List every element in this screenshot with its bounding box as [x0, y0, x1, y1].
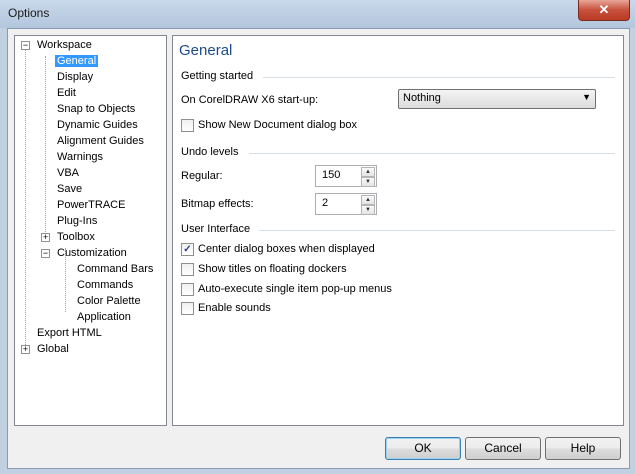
section-divider [249, 153, 615, 154]
tree-item-label: PowerTRACE [57, 199, 126, 211]
tree-item-label: Global [37, 343, 69, 355]
auto-execute-popup-label: Auto-execute single item pop-up menus [198, 283, 392, 295]
enable-sounds-label: Enable sounds [198, 302, 271, 314]
section-user-interface: User Interface [181, 223, 251, 235]
expand-icon[interactable]: + [21, 345, 30, 354]
tree-item-label: General [55, 55, 99, 67]
regular-undo-stepper[interactable]: 150 ▲ ▼ [315, 165, 377, 187]
bitmap-undo-label: Bitmap effects: [181, 198, 254, 210]
collapse-icon[interactable]: − [21, 41, 30, 50]
tree-item-snap-to-objects[interactable]: Snap to Objects [55, 102, 137, 117]
spin-down-icon[interactable]: ▼ [361, 177, 375, 187]
tree-item-alignment-guides[interactable]: Alignment Guides [55, 134, 146, 149]
ok-button[interactable]: OK [385, 437, 461, 460]
tree-item-label: Snap to Objects [57, 103, 136, 115]
tree-item-application[interactable]: Application [75, 310, 133, 325]
tree-item-label: Edit [57, 87, 76, 99]
cancel-button[interactable]: Cancel [465, 437, 541, 460]
show-new-document-label: Show New Document dialog box [198, 119, 357, 131]
tree-item-plug-ins[interactable]: Plug-Ins [55, 214, 99, 229]
close-icon: ✕ [598, 2, 610, 17]
tree-item-label: Plug-Ins [57, 215, 98, 227]
section-divider [259, 230, 615, 231]
tree-item-label: Export HTML [37, 327, 102, 339]
window-title: Options [8, 6, 50, 20]
tree-item-label: Toolbox [57, 231, 95, 243]
tree-item-label: Commands [77, 279, 134, 291]
chevron-down-icon: ▼ [582, 92, 591, 102]
tree-item-save[interactable]: Save [55, 182, 84, 197]
tree-item-label: Alignment Guides [57, 135, 144, 147]
tree-item-color-palette[interactable]: Color Palette [75, 294, 143, 309]
tree-item-label: Warnings [57, 151, 104, 163]
stepper-buttons: ▲ ▼ [361, 167, 375, 187]
tree-item-general[interactable]: General [55, 54, 99, 69]
close-button[interactable]: ✕ [578, 0, 630, 21]
regular-undo-label: Regular: [181, 170, 223, 182]
tree-item-label: Dynamic Guides [57, 119, 138, 131]
tree-item-label: VBA [57, 167, 80, 179]
tree-item-label: Color Palette [77, 295, 141, 307]
bitmap-undo-value: 2 [322, 197, 329, 209]
tree-connector [25, 47, 26, 351]
bitmap-undo-stepper[interactable]: 2 ▲ ▼ [315, 193, 377, 215]
center-dialogs-label: Center dialog boxes when displayed [198, 243, 375, 255]
expand-icon[interactable]: + [41, 233, 50, 242]
tree-item-label: Workspace [37, 39, 92, 51]
tree-item-command-bars[interactable]: Command Bars [75, 262, 155, 277]
stepper-buttons: ▲ ▼ [361, 195, 375, 215]
section-undo-levels: Undo levels [181, 146, 239, 158]
startup-dropdown[interactable]: Nothing ▼ [398, 89, 596, 109]
category-tree: − Workspace General Display Edit Snap to… [14, 35, 167, 426]
enable-sounds-checkbox[interactable] [181, 302, 194, 315]
regular-undo-value: 150 [322, 169, 341, 181]
center-dialogs-checkbox[interactable]: ✓ [181, 243, 194, 256]
show-docker-titles-checkbox[interactable] [181, 263, 194, 276]
tree-item-display[interactable]: Display [55, 70, 95, 85]
spin-up-icon[interactable]: ▲ [361, 167, 375, 177]
tree-item-label: Command Bars [77, 263, 154, 275]
startup-value: Nothing [403, 92, 441, 104]
tree-item-warnings[interactable]: Warnings [55, 150, 105, 165]
tree-item-label: Display [57, 71, 94, 83]
tree-item-dynamic-guides[interactable]: Dynamic Guides [55, 118, 140, 133]
tree-item-label: Customization [57, 247, 127, 259]
auto-execute-popup-checkbox[interactable] [181, 283, 194, 296]
help-button[interactable]: Help [545, 437, 621, 460]
show-new-document-checkbox[interactable] [181, 119, 194, 132]
dialog-body: − Workspace General Display Edit Snap to… [7, 28, 630, 469]
tree-item-export-html[interactable]: Export HTML [35, 326, 104, 341]
tree-item-label: Save [57, 183, 83, 195]
tree-item-commands[interactable]: Commands [75, 278, 135, 293]
tree-item-vba[interactable]: VBA [55, 166, 81, 181]
collapse-icon[interactable]: − [41, 249, 50, 258]
section-getting-started: Getting started [181, 70, 254, 82]
spin-up-icon[interactable]: ▲ [361, 195, 375, 205]
tree-connector [45, 56, 46, 240]
settings-panel: General Getting started On CorelDRAW X6 … [172, 35, 624, 426]
show-docker-titles-label: Show titles on floating dockers [198, 263, 347, 275]
page-title: General [179, 42, 233, 59]
title-bar: Options ✕ [0, 0, 635, 28]
section-divider [263, 77, 615, 78]
tree-item-edit[interactable]: Edit [55, 86, 78, 101]
tree-item-powertrace[interactable]: PowerTRACE [55, 198, 127, 213]
spin-down-icon[interactable]: ▼ [361, 205, 375, 215]
tree-item-label: Application [77, 311, 131, 323]
startup-label: On CorelDRAW X6 start-up: [181, 94, 319, 106]
